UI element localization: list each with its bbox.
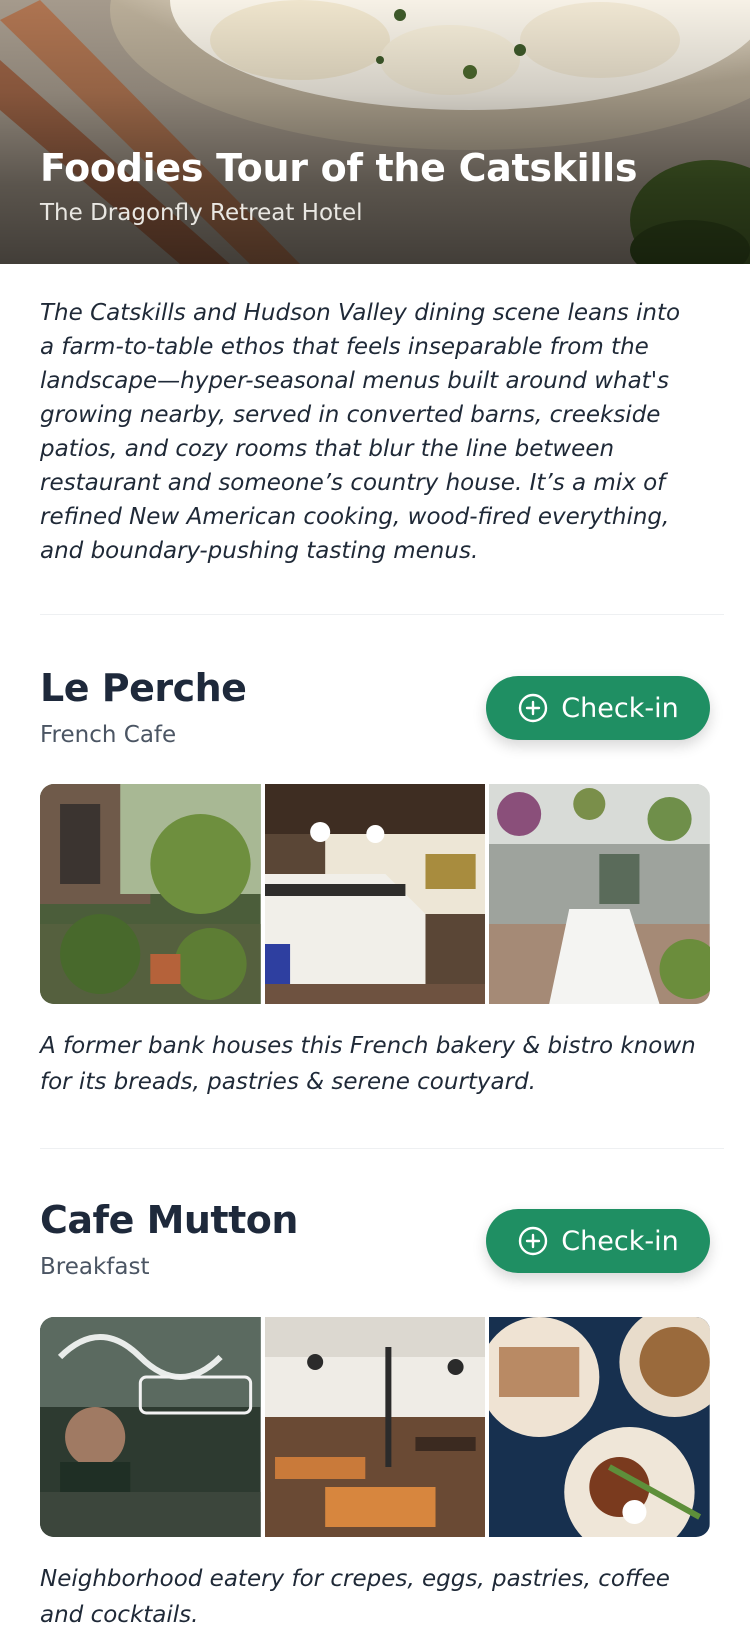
- divider: [40, 614, 724, 615]
- page-subtitle: The Dragonfly Retreat Hotel: [40, 200, 363, 226]
- restaurant-name: Le Perche: [40, 666, 247, 710]
- page-title: Foodies Tour of the Catskills: [40, 146, 638, 190]
- restaurant-description: Neighborhood eatery for crepes, eggs, pa…: [40, 1566, 670, 1628]
- restaurant-description: A former bank houses this French bakery …: [40, 1033, 696, 1095]
- photo-gallery: [40, 784, 710, 1004]
- hero-banner: Foodies Tour of the Catskills The Dragon…: [0, 0, 750, 264]
- divider: [40, 1148, 724, 1149]
- check-in-button[interactable]: Check-in: [486, 676, 710, 740]
- restaurant-category: Breakfast: [40, 1254, 150, 1280]
- brunch-plates-photo[interactable]: [489, 1317, 710, 1537]
- intro-text: The Catskills and Hudson Valley dining s…: [40, 300, 681, 564]
- greenhouse-dining-photo[interactable]: [489, 784, 710, 1004]
- check-in-button[interactable]: Check-in: [486, 1209, 710, 1273]
- dining-room-photo[interactable]: [264, 1317, 486, 1537]
- plus-circle-icon: [517, 1225, 549, 1257]
- photo-gallery: [40, 1317, 710, 1537]
- restaurant-category: French Cafe: [40, 722, 177, 748]
- restaurant-name: Cafe Mutton: [40, 1198, 298, 1242]
- check-in-label: Check-in: [561, 1225, 679, 1257]
- storefront-window-photo[interactable]: [40, 1317, 261, 1537]
- plus-circle-icon: [517, 692, 549, 724]
- courtyard-garden-photo[interactable]: [40, 784, 261, 1004]
- check-in-label: Check-in: [561, 692, 679, 724]
- bakery-counter-photo[interactable]: [264, 784, 486, 1004]
